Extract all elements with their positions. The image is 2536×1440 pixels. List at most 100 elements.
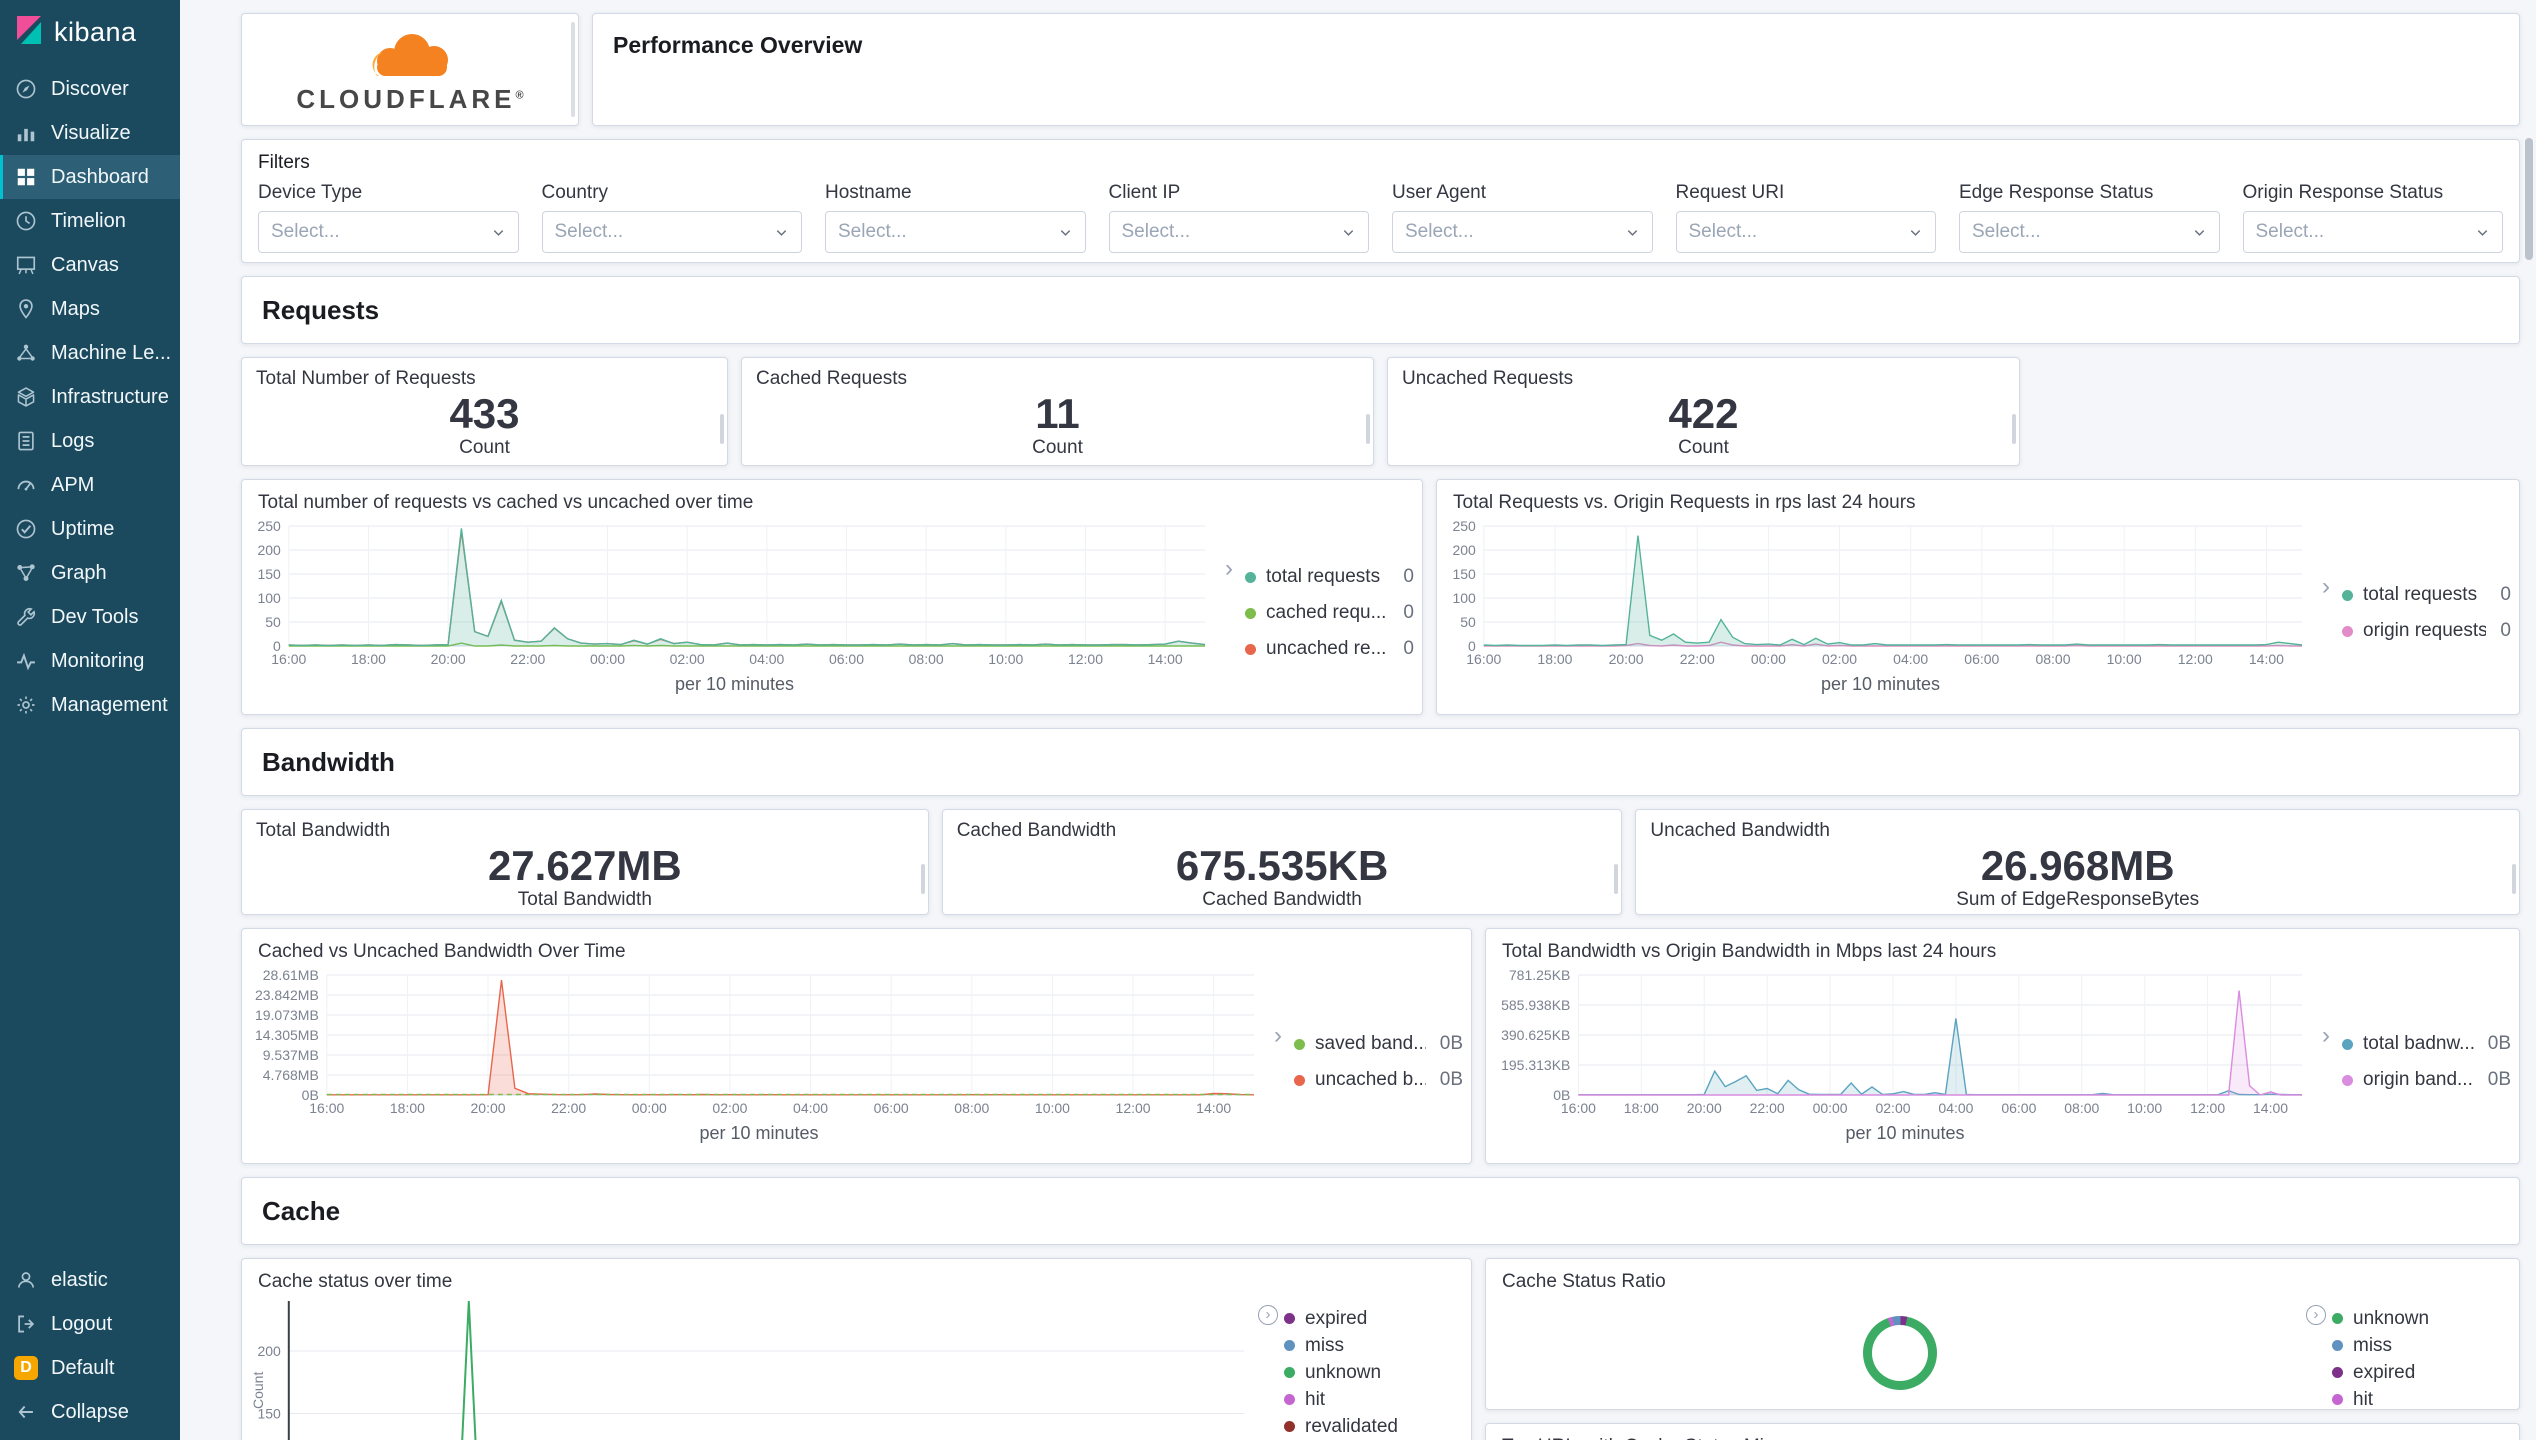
panel-scrollbar[interactable] <box>1366 413 1370 444</box>
legend-item-miss[interactable]: miss <box>1284 1332 1463 1359</box>
cache-section-header: Cache <box>241 1177 2520 1245</box>
device-type-select[interactable]: Select... <box>258 211 519 253</box>
legend-dot <box>2332 1367 2343 1378</box>
legend-item-cached-requ[interactable]: cached requ... 0 <box>1245 595 1414 631</box>
svg-text:250: 250 <box>1452 518 1476 534</box>
filter-group-hostname: Hostname Select... <box>825 182 1086 253</box>
chart-legend: › expired miss unknown hit revalidated <box>1258 1297 1463 1440</box>
svg-text:100: 100 <box>257 590 281 606</box>
svg-text:10:00: 10:00 <box>2127 1100 2162 1116</box>
sidebar-item-discover[interactable]: Discover <box>0 67 180 111</box>
legend-item-unknown[interactable]: unknown <box>2332 1305 2511 1332</box>
svg-text:100: 100 <box>1452 590 1476 606</box>
legend-toggle-button[interactable]: › <box>1268 1024 1288 1048</box>
origin-response-status-select[interactable]: Select... <box>2242 211 2503 253</box>
legend-item-total-badnw[interactable]: total badnw... 0B <box>2342 1026 2511 1062</box>
sidebar-item-label: Dashboard <box>51 165 149 188</box>
sidebar-item-infrastructure[interactable]: Infrastructure <box>0 375 180 419</box>
legend-toggle-button[interactable]: › <box>1219 557 1239 581</box>
sidebar-item-label: Timelion <box>51 209 126 232</box>
request-uri-select[interactable]: Select... <box>1675 211 1936 253</box>
page-scrollbar[interactable] <box>2523 0 2533 1440</box>
user-agent-select[interactable]: Select... <box>1392 211 1653 253</box>
panel-scrollbar[interactable] <box>571 22 575 117</box>
legend-item-origin-band[interactable]: origin band... 0B <box>2342 1062 2511 1098</box>
legend-toggle-button[interactable]: › <box>1258 1305 1278 1325</box>
panel-scrollbar[interactable] <box>2512 864 2517 895</box>
svg-text:14:00: 14:00 <box>1148 651 1183 667</box>
sidebar-item-uptime[interactable]: Uptime <box>0 507 180 551</box>
panel-top-uris-cache-miss: Top URIs with Cache Status Miss <box>1485 1423 2520 1440</box>
panel-scrollbar[interactable] <box>1614 864 1619 895</box>
legend-item-uncached-re[interactable]: uncached re... 0 <box>1245 631 1414 667</box>
legend-item-revalidated[interactable]: revalidated <box>1284 1413 1463 1440</box>
clock-icon <box>14 209 38 233</box>
sidebar-item-graph[interactable]: Graph <box>0 551 180 595</box>
sidebar-item-logout[interactable]: Logout <box>0 1302 180 1346</box>
filter-group-device-type: Device Type Select... <box>258 182 519 253</box>
filters-title: Filters <box>258 152 310 173</box>
country-select[interactable]: Select... <box>541 211 802 253</box>
sidebar-item-machine-le[interactable]: Machine Le... <box>0 331 180 375</box>
x-axis-label: per 10 minutes <box>699 1123 819 1143</box>
legend-item-hit[interactable]: hit <box>2332 1386 2511 1413</box>
sidebar-item-management[interactable]: Management <box>0 683 180 727</box>
main-content: CLOUDFLARE® Performance Overview Filters… <box>180 0 2536 1440</box>
sidebar-item-logs[interactable]: Logs <box>0 419 180 463</box>
scrollbar-thumb[interactable] <box>2525 138 2533 260</box>
svg-text:18:00: 18:00 <box>1537 651 1572 667</box>
sidebar-item-apm[interactable]: APM <box>0 463 180 507</box>
sidebar-item-canvas[interactable]: Canvas <box>0 243 180 287</box>
svg-text:06:00: 06:00 <box>2001 1100 2036 1116</box>
canvas-icon <box>14 253 38 277</box>
arrow-left-icon <box>14 1400 38 1424</box>
x-axis-label: per 10 minutes <box>1820 674 1941 694</box>
chevron-down-icon <box>1625 225 1640 240</box>
svg-text:08:00: 08:00 <box>2064 1100 2099 1116</box>
chart-cache-status-over-time: Cache status over time Count 200 150 › expi… <box>241 1258 1472 1440</box>
sidebar-item-default[interactable]: D Default <box>0 1346 180 1390</box>
legend-toggle-button[interactable]: › <box>2306 1305 2326 1325</box>
hostname-select[interactable]: Select... <box>825 211 1086 253</box>
metric-title: Cached Requests <box>756 368 908 389</box>
sidebar-item-dashboard[interactable]: Dashboard <box>0 155 180 199</box>
legend-item-expired[interactable]: expired <box>2332 1359 2511 1386</box>
filter-label: Country <box>541 182 609 203</box>
chart-legend: › total badnw... 0B origin band... 0B <box>2316 967 2511 1157</box>
legend-item-hit[interactable]: hit <box>1284 1386 1463 1413</box>
legend-toggle-button[interactable]: › <box>2316 1024 2336 1048</box>
sidebar-item-visualize[interactable]: Visualize <box>0 111 180 155</box>
sidebar-item-collapse[interactable]: Collapse <box>0 1390 180 1434</box>
cache-status-donut[interactable] <box>1863 1316 1937 1390</box>
infrastructure-icon <box>14 385 38 409</box>
legend-item-total-requests[interactable]: total requests 0 <box>2342 577 2511 613</box>
chart-legend: › saved band... 0B uncached b... 0B <box>1268 967 1463 1157</box>
kibana-logo[interactable]: kibana <box>0 0 180 67</box>
edge-response-status-select[interactable]: Select... <box>1959 211 2220 253</box>
sidebar-item-timelion[interactable]: Timelion <box>0 199 180 243</box>
svg-text:06:00: 06:00 <box>829 651 864 667</box>
panel-scrollbar[interactable] <box>720 413 724 444</box>
filter-label: Device Type <box>258 182 363 203</box>
client-ip-select[interactable]: Select... <box>1108 211 1369 253</box>
chevron-down-icon <box>1908 225 1923 240</box>
sidebar-item-monitoring[interactable]: Monitoring <box>0 639 180 683</box>
legend-item-expired[interactable]: expired <box>1284 1305 1463 1332</box>
sidebar-item-maps[interactable]: Maps <box>0 287 180 331</box>
filter-group-request-uri: Request URI Select... <box>1675 182 1936 253</box>
legend-item-miss[interactable]: miss <box>2332 1332 2511 1359</box>
legend-item-uncached-b[interactable]: uncached b... 0B <box>1294 1062 1463 1098</box>
legend-item-total-requests[interactable]: total requests 0 <box>1245 559 1414 595</box>
legend-toggle-button[interactable]: › <box>2316 575 2336 599</box>
sidebar-item-elastic[interactable]: elastic <box>0 1258 180 1302</box>
select-placeholder: Select... <box>1121 221 1191 242</box>
cloudflare-cloud-icon <box>335 29 485 86</box>
legend-item-saved-band[interactable]: saved band... 0B <box>1294 1026 1463 1062</box>
chart-title: Top URIs with Cache Status Miss <box>1486 1424 2519 1440</box>
sidebar-item-label: Management <box>51 693 168 716</box>
legend-item-unknown[interactable]: unknown <box>1284 1359 1463 1386</box>
sidebar-item-dev-tools[interactable]: Dev Tools <box>0 595 180 639</box>
legend-item-origin-requests[interactable]: origin requests 0 <box>2342 613 2511 649</box>
panel-scrollbar[interactable] <box>2012 413 2016 444</box>
panel-scrollbar[interactable] <box>920 864 925 895</box>
